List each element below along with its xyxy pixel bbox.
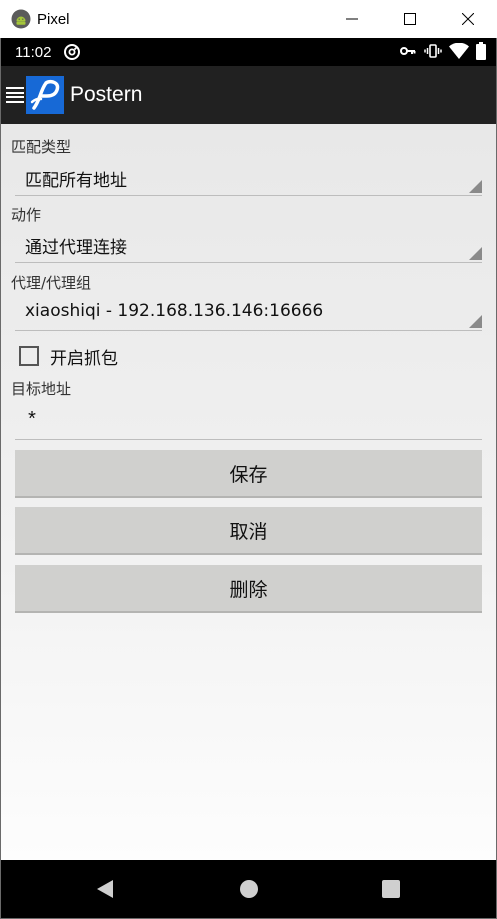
maximize-button[interactable] [381,0,439,38]
proxy-value: xiaoshiqi - 192.168.136.146:16666 [25,301,324,321]
proxy-spinner[interactable]: xiaoshiqi - 192.168.136.146:16666 [15,297,482,331]
rule-edit-form: 匹配类型 匹配所有地址 动作 通过代理连接 代理/代理组 xiaoshiqi -… [1,124,496,860]
target-address-value: * [26,410,39,433]
back-icon [97,880,113,898]
wifi-icon [449,43,469,59]
capture-checkbox[interactable] [19,346,39,366]
android-icon [11,9,31,29]
close-button[interactable] [439,0,497,38]
app-title: Postern [70,83,143,106]
postern-logo [26,76,64,114]
postern-logo-icon [30,79,60,110]
home-button[interactable] [237,877,261,901]
close-icon [462,13,474,25]
sync-icon [64,44,81,60]
recents-icon [382,880,400,898]
dropdown-arrow-icon [469,247,482,260]
target-address-input[interactable]: * [15,404,482,440]
capture-checkbox-row[interactable]: 开启抓包 [19,343,118,369]
delete-button[interactable]: 删除 [15,565,482,613]
app-bar: Postern [1,66,496,124]
window-title: Pixel [37,10,70,28]
cancel-button[interactable]: 取消 [15,507,482,555]
back-button[interactable] [93,877,117,901]
vibrate-icon [424,44,442,58]
match-type-value: 匹配所有地址 [25,171,127,191]
vpn-key-icon [400,47,416,55]
battery-icon [476,42,486,60]
status-time: 11:02 [15,43,52,61]
target-label: 目标地址 [11,380,72,398]
status-bar: 11:02 [1,38,496,66]
action-value: 通过代理连接 [25,238,127,258]
home-icon [240,880,258,898]
proxy-label: 代理/代理组 [11,274,92,292]
maximize-icon [404,13,416,25]
capture-label: 开启抓包 [50,348,118,369]
dropdown-arrow-icon [469,180,482,193]
dropdown-arrow-icon [469,315,482,328]
window-titlebar[interactable]: Pixel [0,0,497,38]
action-label: 动作 [11,206,42,224]
navigation-bar [1,860,496,918]
minimize-button[interactable] [323,0,381,38]
recents-button[interactable] [379,877,403,901]
minimize-icon [346,18,358,20]
match-type-label: 匹配类型 [11,138,72,156]
save-button[interactable]: 保存 [15,450,482,498]
action-spinner[interactable]: 通过代理连接 [15,229,482,263]
match-type-spinner[interactable]: 匹配所有地址 [15,162,482,196]
menu-icon[interactable] [6,85,24,105]
